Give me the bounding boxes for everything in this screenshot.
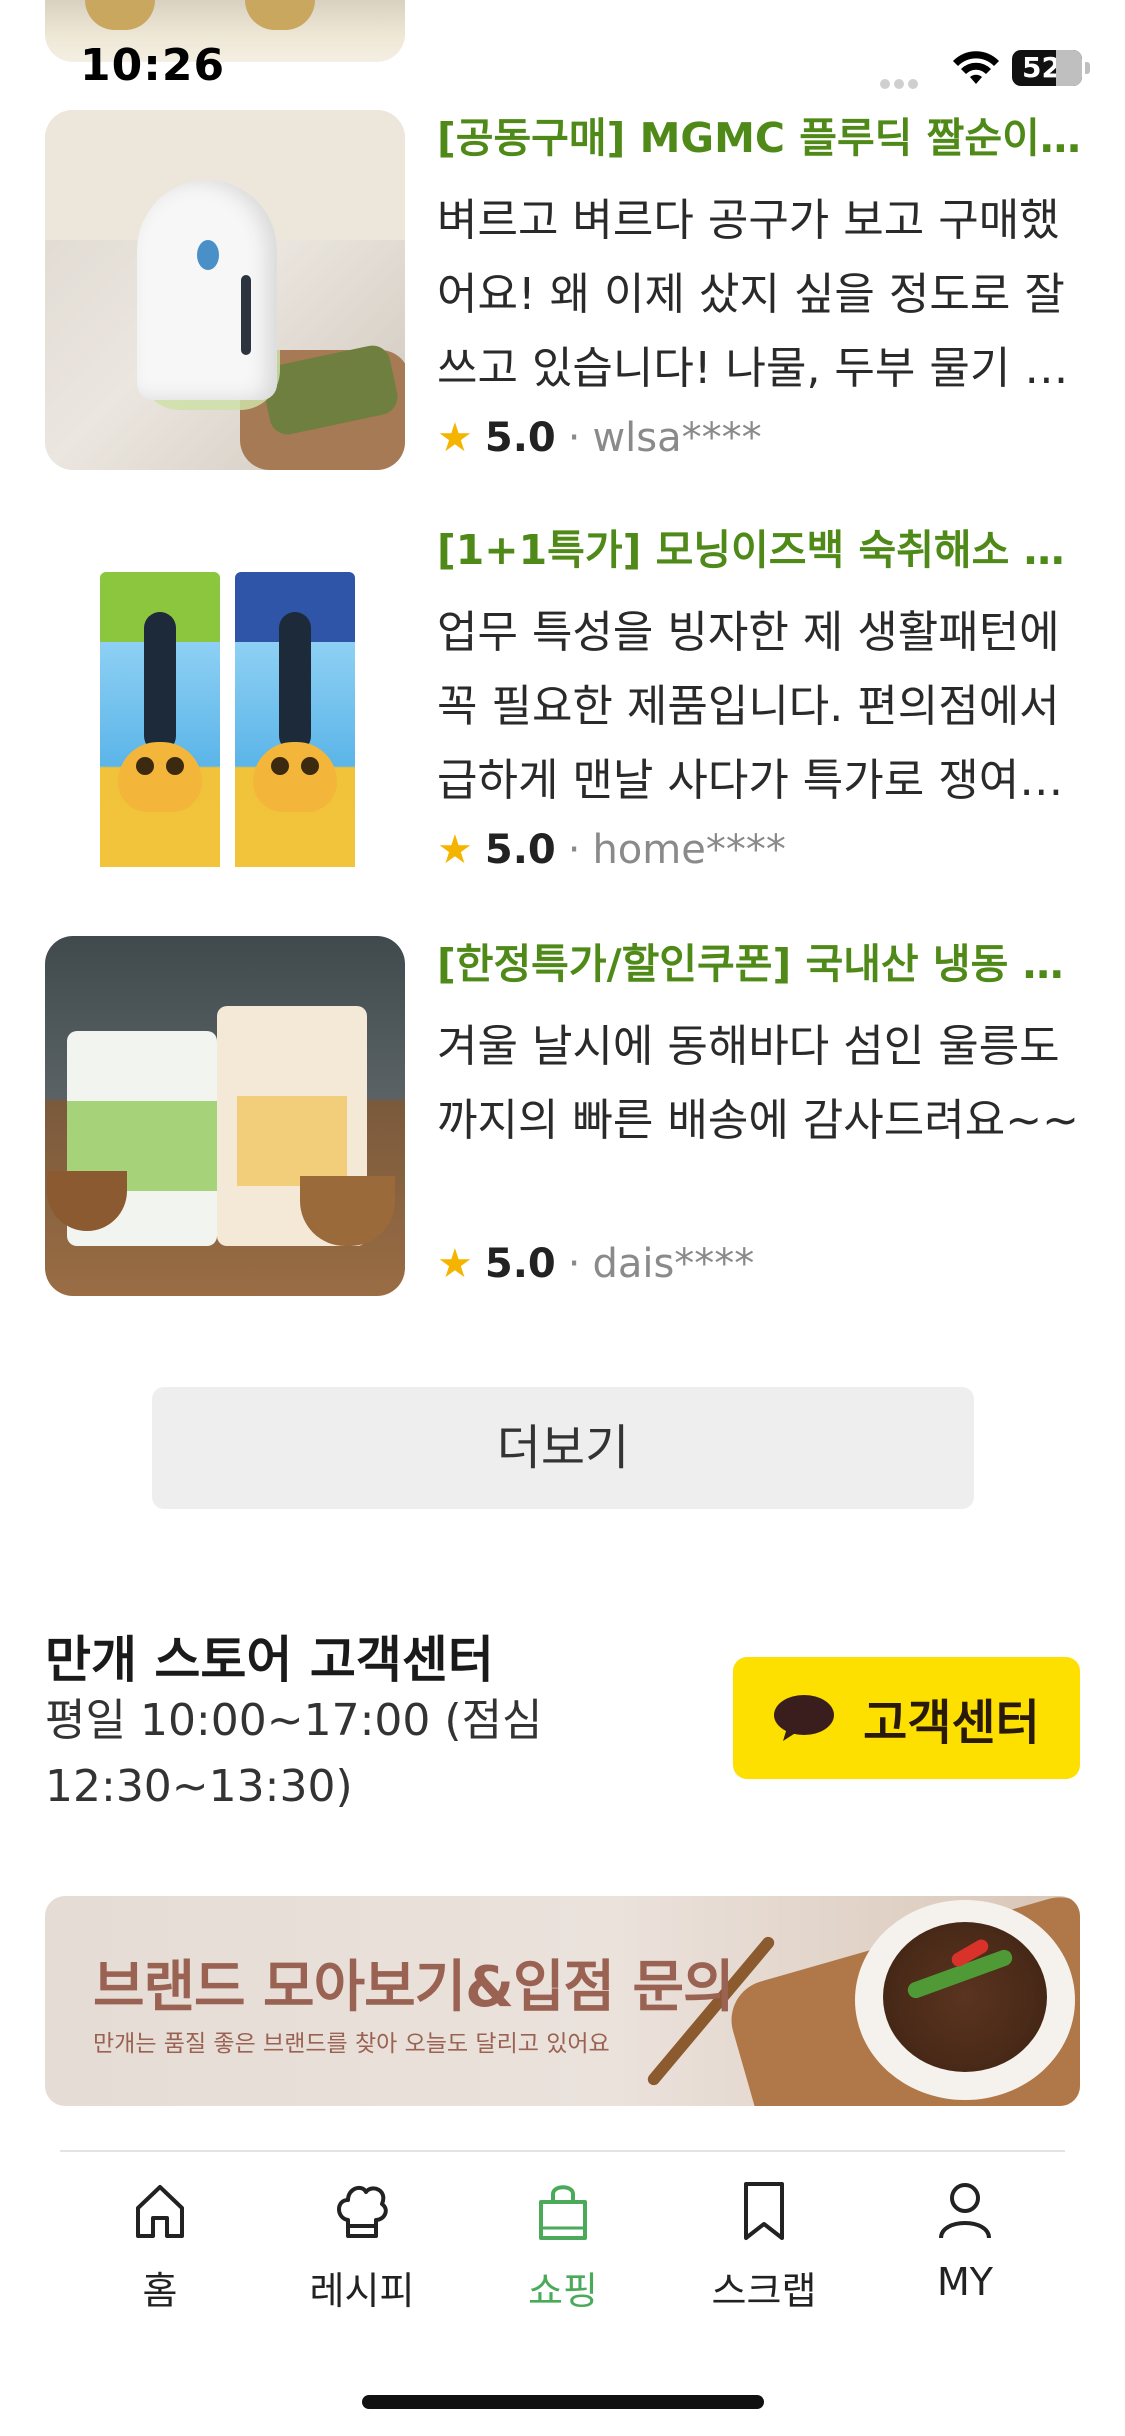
tab-recipe[interactable]: 레시피 <box>262 2180 462 2313</box>
reviewer-name: wlsa**** <box>592 415 762 461</box>
tab-label: 홈 <box>142 2269 178 2313</box>
reviewer-name: home**** <box>592 827 786 873</box>
customer-center-button-label: 고객센터 <box>863 1695 1040 1751</box>
home-indicator[interactable] <box>362 2395 764 2409</box>
shopping-bag-icon <box>539 2185 587 2240</box>
tab-shopping[interactable]: 쇼핑 <box>463 2180 663 2313</box>
home-icon <box>136 2185 184 2238</box>
review-text: 벼르고 벼르다 공구가 보고 구매했어요! 왜 이제 샀지 싶을 정도로 잘쓰고… <box>437 195 1065 394</box>
star-icon: ★ <box>437 1241 473 1287</box>
customer-center-button[interactable]: 고객센터 <box>733 1657 1080 1779</box>
customer-center-hours: 평일 10:00~17:00 (점심 12:30~13:30) <box>45 1695 543 1812</box>
review-item[interactable]: [공동구매] MGMC 플루딕 짤순이 멀티 탈수기 벼르고 벼르다 공구가 보… <box>45 110 1087 475</box>
more-button[interactable]: 더보기 <box>152 1387 974 1509</box>
brand-inquiry-banner[interactable]: 브랜드 모아보기&입점 문의 만개는 품질 좋은 브랜드를 찾아 오늘도 달리고… <box>45 1896 1080 2106</box>
reviewer-name: dais**** <box>592 1241 755 1287</box>
rating-score: 5.0 <box>484 1241 556 1287</box>
tab-label: 레시피 <box>309 2269 415 2313</box>
product-image[interactable] <box>45 522 405 882</box>
product-title[interactable]: [1+1특가] 모닝이즈백 숙취해소 스틱 <box>437 522 1087 578</box>
banner-title: 브랜드 모아보기&입점 문의 <box>93 1955 735 2020</box>
rating-score: 5.0 <box>484 827 556 873</box>
review-text: 업무 특성을 빙자한 제 생활패턴에 꼭 필요한 제품입니다. 편의점에서 급하… <box>437 607 1060 806</box>
review-meta: ★ 5.0 · home**** <box>437 822 1087 878</box>
rating-score: 5.0 <box>484 415 556 461</box>
review-meta: ★ 5.0 · dais**** <box>437 1236 1087 1292</box>
review-text: 겨울 날시에 동해바다 섬인 울릉도까지의 빠른 배송에 감사드려요~~ <box>437 1021 1079 1146</box>
cellular-signal-icon <box>880 74 938 89</box>
tab-bar-divider <box>60 2150 1065 2152</box>
product-title[interactable]: [공동구매] MGMC 플루딕 짤순이 멀티 탈수기 <box>437 110 1087 166</box>
review-item[interactable]: [1+1특가] 모닝이즈백 숙취해소 스틱 업무 특성을 빙자한 제 생활패턴에… <box>45 522 1087 887</box>
chat-bubble-icon <box>774 1695 835 1741</box>
wifi-icon <box>953 51 999 84</box>
tab-scrap[interactable]: 스크랩 <box>664 2180 864 2313</box>
review-item[interactable]: [한정특가/할인쿠폰] 국내산 냉동 대파 다진마늘 겨울 날시에 동해바다 섬… <box>45 936 1087 1301</box>
tab-label: 스크랩 <box>711 2269 817 2313</box>
product-image[interactable] <box>45 110 405 470</box>
star-icon: ★ <box>437 827 473 873</box>
tab-home[interactable]: 홈 <box>60 2180 260 2313</box>
review-meta: ★ 5.0 · wlsa**** <box>437 410 1087 466</box>
bottom-tab-bar: 홈 레시피 쇼핑 스크랩 MY <box>0 2150 1125 2320</box>
product-title[interactable]: [한정특가/할인쿠폰] 국내산 냉동 대파 다진마늘 <box>437 936 1087 992</box>
bookmark-icon <box>744 2182 784 2240</box>
tab-my[interactable]: MY <box>865 2180 1065 2310</box>
user-icon <box>939 2183 991 2239</box>
chef-hat-icon <box>337 2185 388 2238</box>
banner-subtitle: 만개는 품질 좋은 브랜드를 찾아 오늘도 달리고 있어요 <box>93 2031 610 2057</box>
star-icon: ★ <box>437 415 473 461</box>
status-time: 10:26 <box>80 40 226 91</box>
separator-dot: · <box>567 415 581 461</box>
customer-center-title: 만개 스토어 고객센터 <box>45 1631 494 1689</box>
separator-dot: · <box>567 1241 581 1287</box>
tab-label: MY <box>937 2260 993 2304</box>
separator-dot: · <box>567 827 581 873</box>
product-image[interactable] <box>45 936 405 1296</box>
tab-label: 쇼핑 <box>528 2269 598 2313</box>
battery-icon: 52 <box>1012 50 1090 86</box>
